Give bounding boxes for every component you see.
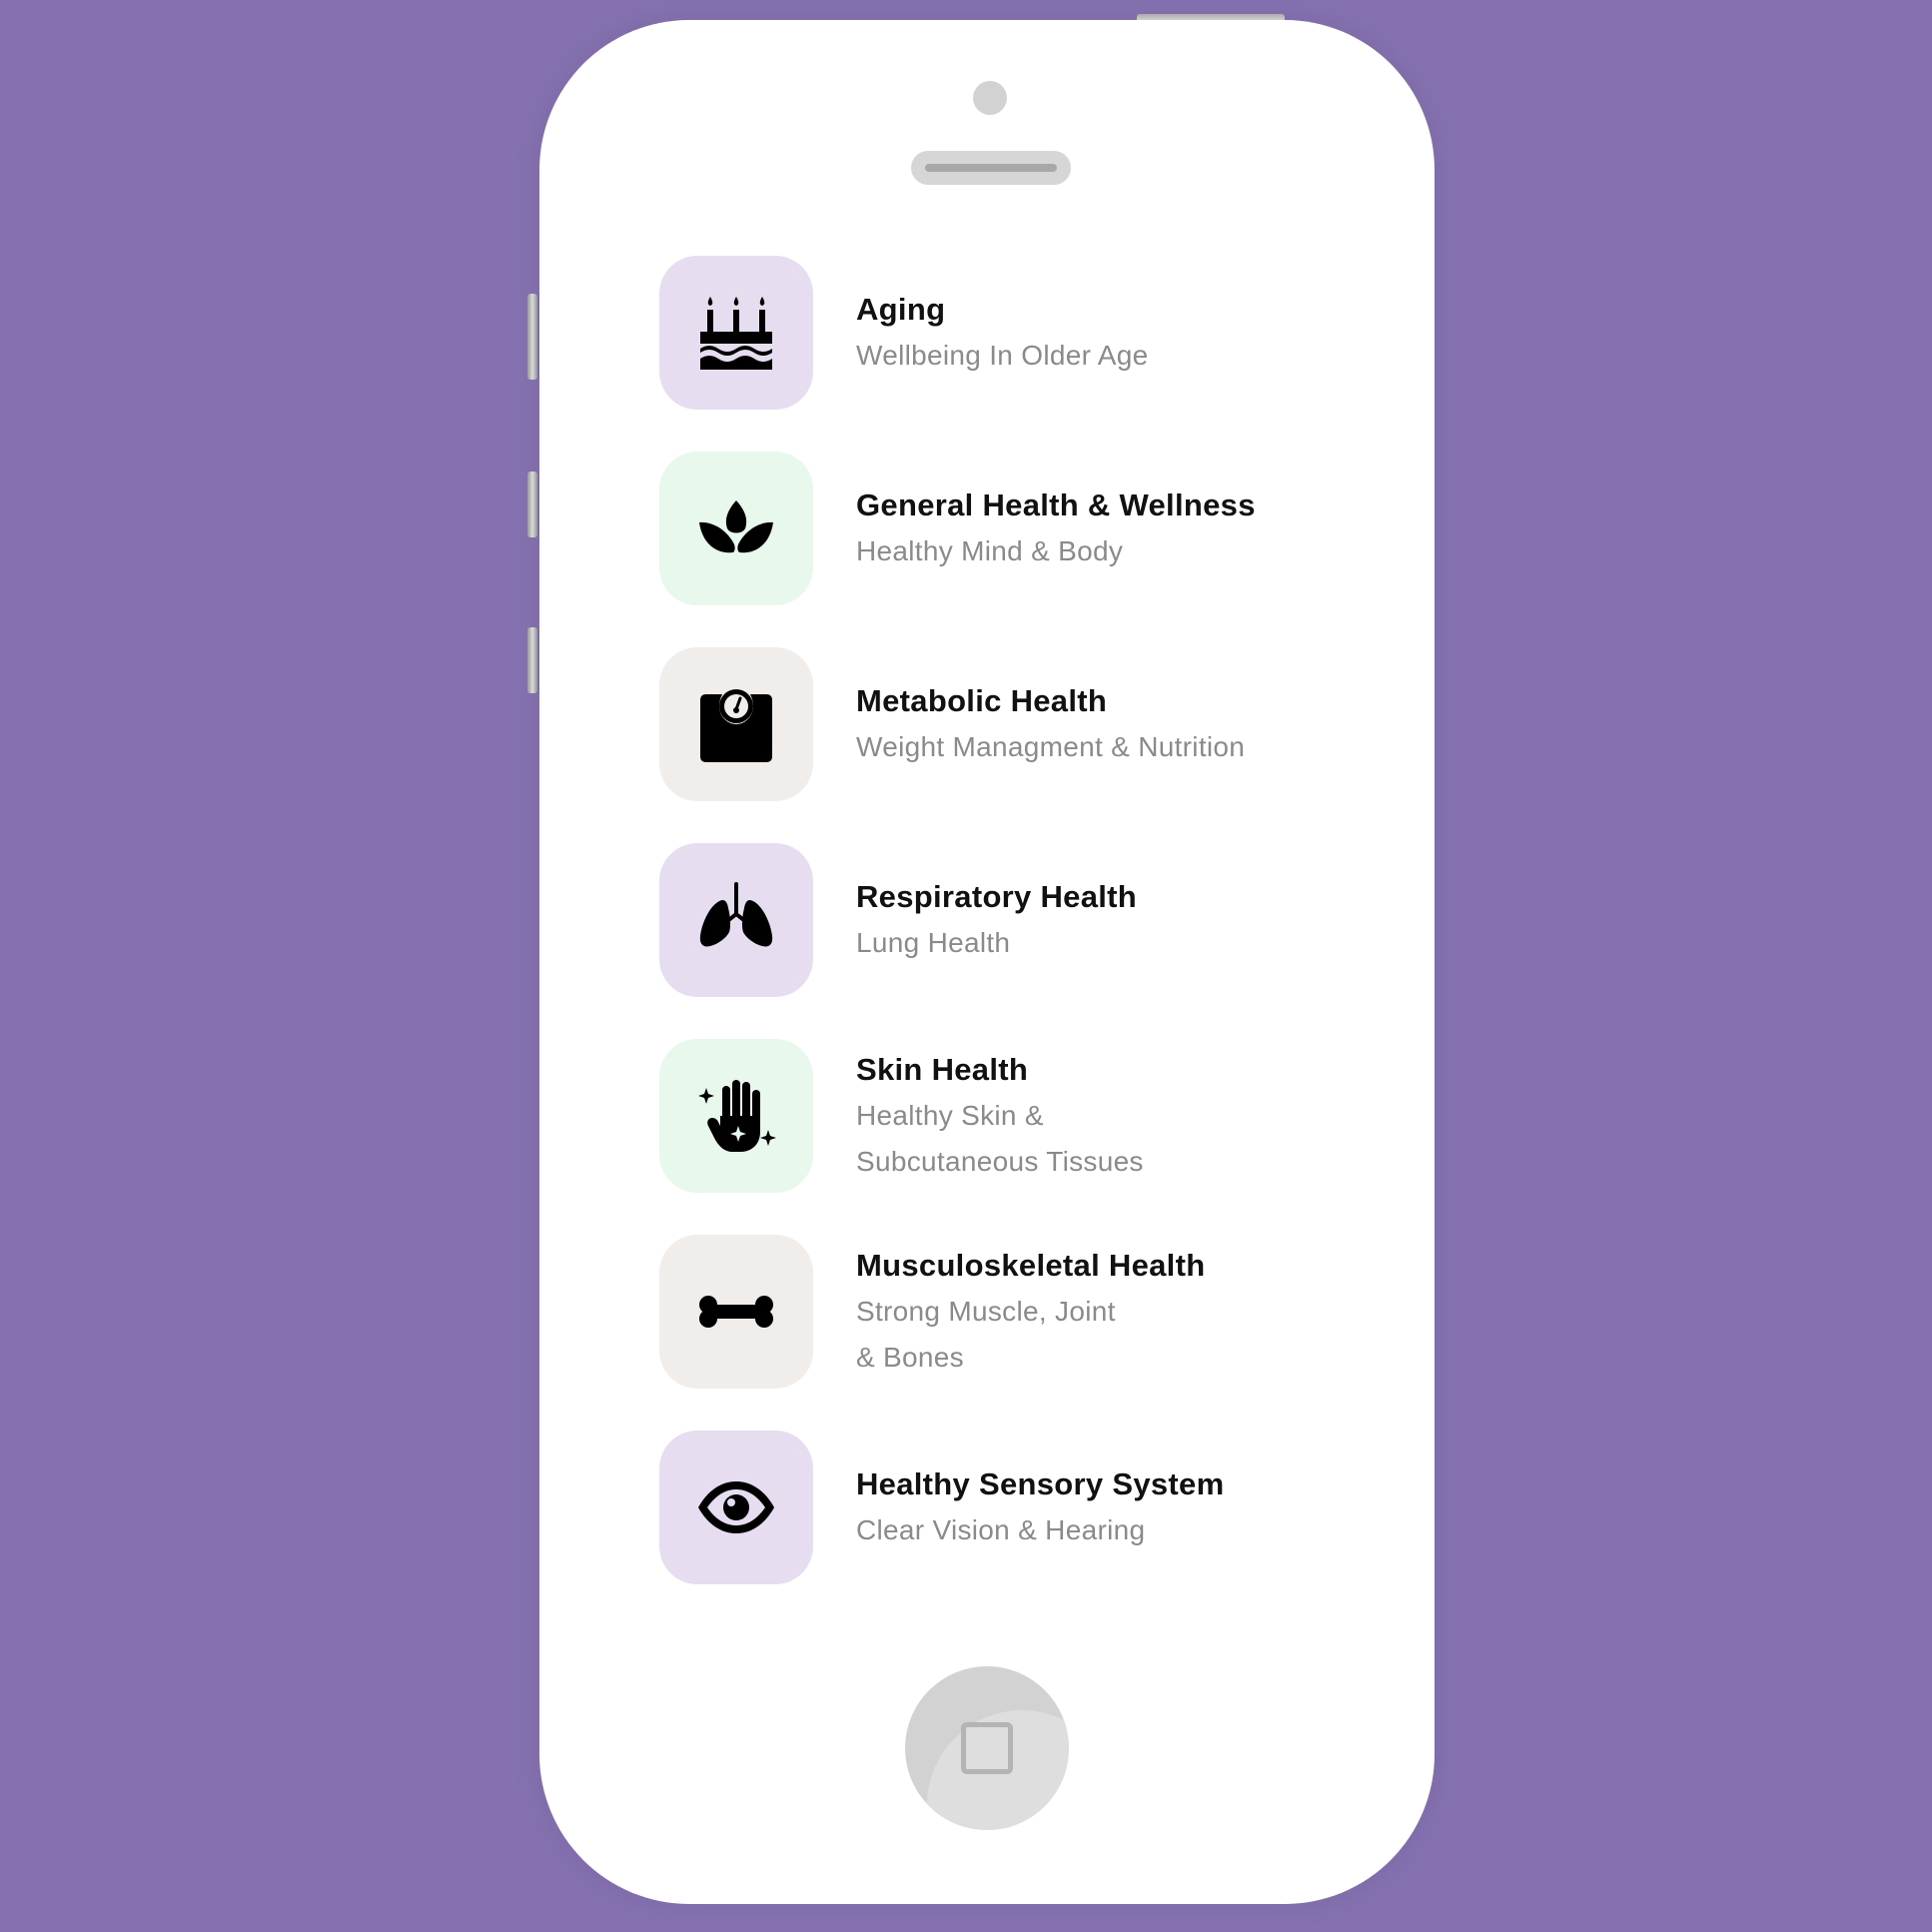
item-subtitle: Healthy Mind & Body [856, 535, 1124, 566]
item-title: General Health & Wellness [856, 487, 1256, 522]
item-subtitle-line-2: & Bones [856, 1342, 964, 1373]
volume-down-button[interactable] [527, 627, 537, 693]
cake-icon [700, 297, 772, 370]
lungs-icon [699, 882, 773, 947]
bone-icon [699, 1296, 773, 1328]
front-camera [973, 81, 1007, 115]
item-text: Musculoskeletal Health Strong Muscle, Jo… [856, 1235, 1356, 1389]
icon-tile [659, 843, 813, 997]
hand-sparkles-icon [698, 1080, 776, 1152]
item-subtitle: Lung Health [856, 927, 1011, 958]
icon-tile [659, 1039, 813, 1193]
list-item-respiratory-health[interactable]: Respiratory Health Lung Health [659, 843, 1359, 997]
item-text: Respiratory Health Lung Health [856, 843, 1356, 997]
icon-tile [659, 256, 813, 410]
item-title: Healthy Sensory System [856, 1466, 1225, 1501]
eye-icon [698, 1481, 774, 1533]
item-subtitle-line-1: Strong Muscle, Joint [856, 1296, 1116, 1327]
icon-tile [659, 1431, 813, 1584]
lotus-icon [699, 500, 773, 553]
list-item-musculoskeletal-health[interactable]: Musculoskeletal Health Strong Muscle, Jo… [659, 1235, 1359, 1389]
item-title: Musculoskeletal Health [856, 1248, 1206, 1283]
icon-tile [659, 452, 813, 605]
item-subtitle: Wellbeing In Older Age [856, 340, 1149, 371]
item-subtitle-line-1: Healthy Skin & [856, 1100, 1044, 1131]
item-subtitle: Weight Managment & Nutrition [856, 731, 1246, 762]
earpiece-speaker [911, 151, 1071, 185]
icon-tile [659, 1235, 813, 1389]
item-text: Healthy Sensory System Clear Vision & He… [856, 1431, 1356, 1584]
item-title: Metabolic Health [856, 683, 1108, 718]
home-square-icon [961, 1722, 1013, 1774]
item-subtitle-line-2: Subcutaneous Tissues [856, 1146, 1144, 1177]
list-item-metabolic-health[interactable]: Metabolic Health Weight Managment & Nutr… [659, 647, 1359, 801]
item-text: Skin Health Healthy Skin & Subcutaneous … [856, 1039, 1356, 1193]
mute-switch[interactable] [527, 294, 537, 380]
item-title: Aging [856, 292, 946, 327]
list-item-general-health[interactable]: General Health & Wellness Healthy Mind &… [659, 452, 1359, 605]
volume-up-button[interactable] [527, 472, 537, 537]
weight-scale-icon [700, 689, 772, 762]
icon-tile [659, 647, 813, 801]
item-text: Aging Wellbeing In Older Age [856, 256, 1356, 410]
home-button[interactable] [905, 1666, 1069, 1830]
item-text: General Health & Wellness Healthy Mind &… [856, 452, 1356, 605]
item-title: Respiratory Health [856, 879, 1138, 914]
item-title: Skin Health [856, 1052, 1029, 1087]
list-item-sensory-system[interactable]: Healthy Sensory System Clear Vision & He… [659, 1431, 1359, 1584]
list-item-skin-health[interactable]: Skin Health Healthy Skin & Subcutaneous … [659, 1039, 1359, 1193]
item-text: Metabolic Health Weight Managment & Nutr… [856, 647, 1356, 801]
item-subtitle: Clear Vision & Hearing [856, 1514, 1146, 1545]
list-item-aging[interactable]: Aging Wellbeing In Older Age [659, 256, 1359, 410]
